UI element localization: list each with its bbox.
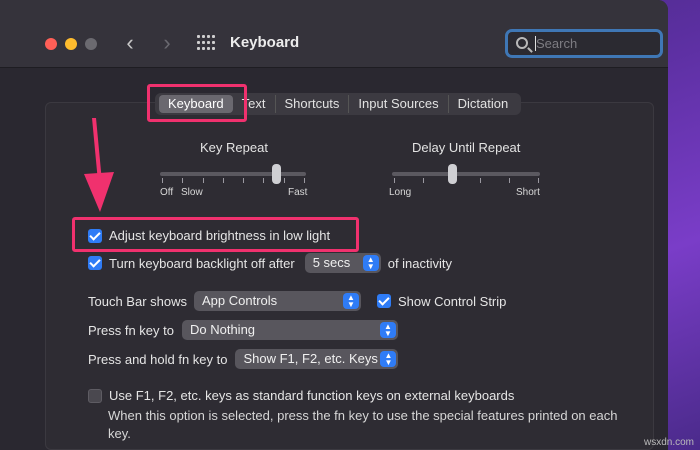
key-repeat-label: Key Repeat bbox=[200, 140, 268, 155]
slider-tick bbox=[283, 178, 285, 183]
tab-dictation[interactable]: Dictation bbox=[449, 95, 518, 113]
show-all-grid-icon[interactable] bbox=[197, 35, 215, 51]
hold-fn-key-row: Press and hold fn key to Show F1, F2, et… bbox=[88, 349, 399, 369]
delay-until-repeat-slider-thumb[interactable] bbox=[447, 164, 457, 184]
popup-chevrons-icon: ▲ ▼ bbox=[362, 255, 379, 271]
show-control-strip-checkbox[interactable] bbox=[377, 294, 391, 308]
backlight-off-label: Turn keyboard backlight off after bbox=[109, 255, 295, 271]
backlight-timeout-value: 5 secs bbox=[312, 255, 351, 270]
slider-tick bbox=[162, 178, 163, 183]
search-placeholder: Search bbox=[536, 36, 578, 51]
function-keys-label: Use F1, F2, etc. keys as standard functi… bbox=[109, 388, 515, 403]
tab-highlight-annotation bbox=[147, 84, 247, 122]
window-title: Keyboard bbox=[230, 34, 300, 51]
slider-tick bbox=[263, 178, 265, 183]
popup-chevrons-icon: ▲ ▼ bbox=[343, 293, 359, 309]
touch-bar-label: Touch Bar shows bbox=[88, 293, 187, 309]
key-repeat-slider-thumb[interactable] bbox=[271, 164, 281, 184]
hold-fn-key-popup[interactable]: Show F1, F2, etc. Keys ▲ ▼ bbox=[235, 349, 399, 369]
search-icon bbox=[516, 37, 528, 49]
key-repeat-off-label: Off bbox=[160, 187, 174, 198]
brightness-highlight-annotation bbox=[72, 217, 359, 252]
fn-key-value: Do Nothing bbox=[189, 322, 256, 337]
inactivity-label: of inactivity bbox=[387, 255, 453, 271]
pointer-arrow-annotation bbox=[84, 118, 114, 212]
slider-tick bbox=[202, 178, 204, 183]
touch-bar-popup[interactable]: App Controls ▲ ▼ bbox=[194, 291, 361, 311]
key-repeat-slow-label: Slow bbox=[181, 187, 203, 198]
back-chevron-icon[interactable]: ‹ bbox=[120, 31, 140, 55]
popup-chevrons-icon: ▲ ▼ bbox=[380, 351, 397, 367]
search-field[interactable]: Search bbox=[505, 29, 663, 58]
slider-tick bbox=[222, 178, 224, 183]
hold-fn-key-label: Press and hold fn key to bbox=[88, 351, 228, 367]
delay-until-repeat-track[interactable] bbox=[392, 172, 540, 176]
watermark: wsxdn.com bbox=[643, 437, 694, 448]
slider-tick bbox=[394, 178, 395, 183]
slider-tick bbox=[304, 178, 305, 183]
tab-shortcuts[interactable]: Shortcuts bbox=[276, 95, 350, 113]
backlight-timeout-popup[interactable]: 5 secs ▲ ▼ bbox=[304, 253, 381, 273]
backlight-off-row: Turn keyboard backlight off after 5 secs… bbox=[88, 253, 452, 273]
function-keys-checkbox[interactable] bbox=[88, 388, 102, 403]
popup-chevrons-icon: ▲ ▼ bbox=[379, 322, 396, 338]
close-window-button[interactable] bbox=[45, 38, 57, 50]
key-repeat-fast-label: Fast bbox=[288, 187, 308, 198]
system-preferences-window: ‹ › Keyboard Search Keyboard Text Shortc… bbox=[0, 0, 668, 450]
title-bar: ‹ › Keyboard Search bbox=[0, 0, 668, 68]
zoom-window-button[interactable] bbox=[85, 38, 97, 50]
show-control-strip-label: Show Control Strip bbox=[398, 293, 507, 309]
slider-tick bbox=[480, 178, 482, 183]
minimize-window-button[interactable] bbox=[65, 38, 77, 50]
function-keys-note: When this option is selected, press the … bbox=[108, 408, 618, 441]
delay-long-label: Long bbox=[389, 187, 412, 198]
backlight-off-checkbox[interactable] bbox=[88, 256, 102, 270]
hold-fn-key-value: Show F1, F2, etc. Keys bbox=[243, 351, 378, 366]
forward-chevron-icon[interactable]: › bbox=[157, 31, 177, 55]
touch-bar-value: App Controls bbox=[202, 293, 278, 308]
function-keys-row[interactable]: Use F1, F2, etc. keys as standard functi… bbox=[88, 388, 514, 403]
fn-key-row: Press fn key to Do Nothing ▲ ▼ bbox=[88, 320, 398, 340]
touch-bar-row: Touch Bar shows App Controls ▲ ▼ Show Con… bbox=[88, 291, 506, 311]
fn-key-label: Press fn key to bbox=[88, 322, 174, 338]
tab-input-sources[interactable]: Input Sources bbox=[349, 95, 449, 113]
slider-tick bbox=[509, 178, 511, 183]
slider-tick bbox=[422, 178, 424, 183]
slider-tick bbox=[182, 178, 184, 183]
key-repeat-track[interactable] bbox=[160, 172, 306, 176]
slider-tick bbox=[243, 178, 245, 183]
fn-key-popup[interactable]: Do Nothing ▲ ▼ bbox=[181, 320, 398, 340]
delay-short-label: Short bbox=[516, 187, 540, 198]
slider-tick bbox=[538, 178, 539, 183]
delay-until-repeat-label: Delay Until Repeat bbox=[412, 140, 521, 155]
